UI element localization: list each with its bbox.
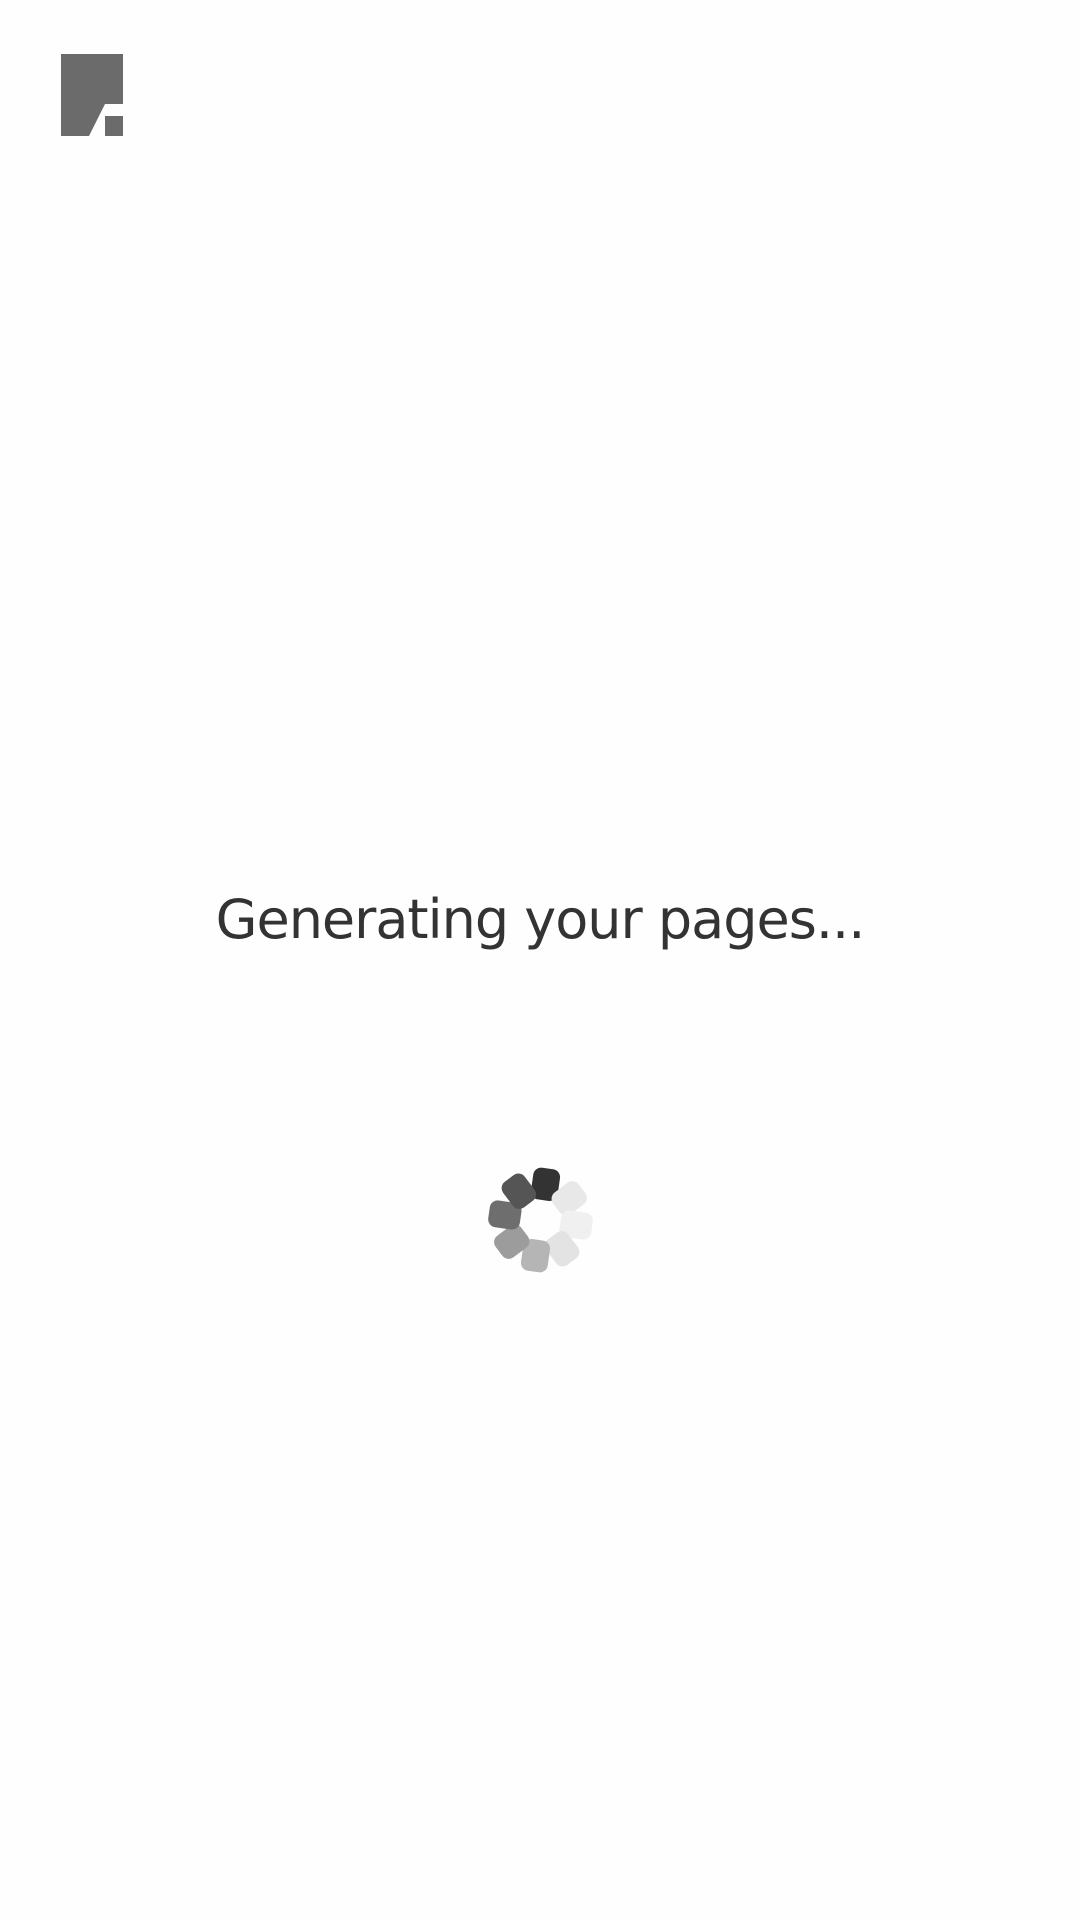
document-page-icon: [61, 54, 123, 136]
loading-spinner-icon: [480, 1160, 600, 1280]
loading-screen: Generating your pages...: [0, 0, 1080, 1920]
loading-message: Generating your pages...: [215, 888, 866, 951]
